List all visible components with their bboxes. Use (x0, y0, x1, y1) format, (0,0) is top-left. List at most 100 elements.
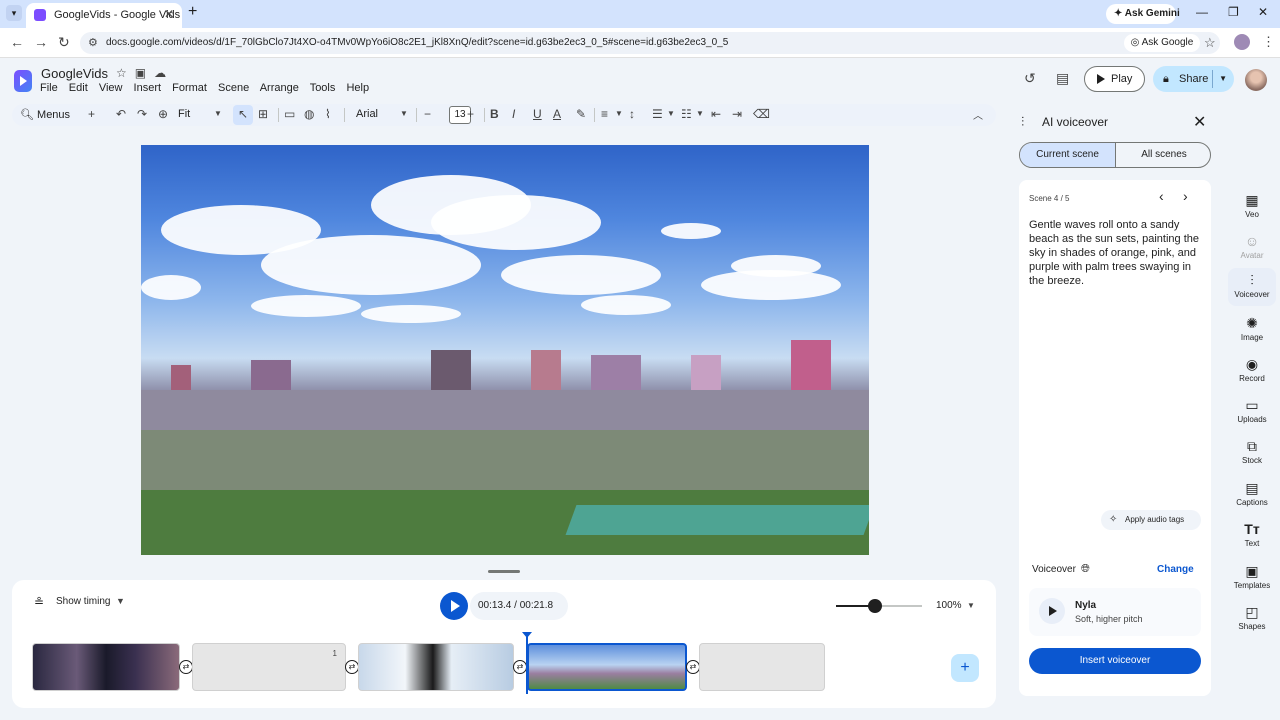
align-icon[interactable]: ≡ (601, 107, 608, 121)
forward-icon[interactable]: → (34, 34, 48, 50)
text-color-icon[interactable]: A (553, 107, 561, 121)
bullet-list-icon[interactable]: ☰ (652, 107, 663, 121)
version-history-icon[interactable]: ↺ (1024, 70, 1036, 87)
rail-uploads[interactable]: ▭ Uploads (1228, 393, 1276, 431)
omnibox[interactable]: ⚙ docs.google.com/videos/d/1F_70lGbClo7J… (80, 32, 1220, 54)
zoom-slider-thumb[interactable] (867, 599, 882, 613)
apply-audio-tags-button[interactable]: ✧ Apply audio tags (1101, 510, 1201, 530)
add-scene-button[interactable]: + (951, 654, 979, 682)
comments-icon[interactable]: ▤ (1056, 70, 1069, 87)
star-icon[interactable]: ☆ (116, 66, 127, 80)
bullet-caret-icon[interactable]: ▼ (667, 109, 675, 118)
change-voice-button[interactable]: Change (1157, 564, 1194, 575)
color-palette-icon[interactable]: ◍ (304, 107, 314, 121)
user-avatar[interactable] (1245, 69, 1267, 91)
site-info-icon[interactable]: ⚙ (88, 36, 98, 49)
ask-google-button[interactable]: ◎ Ask Google (1124, 34, 1200, 52)
close-panel-icon[interactable]: ✕ (1193, 112, 1206, 132)
transition-icon[interactable]: ⇄ (513, 660, 527, 674)
zoom-percent[interactable]: 100% (936, 600, 962, 611)
browser-profile-avatar[interactable] (1234, 34, 1250, 50)
zoom-select[interactable]: Fit (178, 108, 190, 120)
prev-scene-icon[interactable]: ‹ (1159, 188, 1164, 204)
font-caret-icon[interactable]: ▼ (400, 109, 408, 118)
playhead[interactable] (522, 632, 532, 694)
menu-file[interactable]: File (40, 82, 58, 94)
next-scene-icon[interactable]: › (1183, 188, 1188, 204)
timeline-resize-handle[interactable] (488, 570, 520, 573)
menu-format[interactable]: Format (172, 82, 207, 94)
back-icon[interactable]: ← (10, 34, 24, 50)
transition-icon[interactable]: ⇄ (179, 660, 193, 674)
rail-record[interactable]: ◉ Record (1228, 352, 1276, 390)
undo-icon[interactable]: ↶ (116, 107, 126, 121)
vids-logo-icon[interactable] (14, 70, 32, 92)
move-folder-icon[interactable]: ▣ (135, 66, 146, 80)
restore-icon[interactable]: ❐ (1228, 5, 1239, 19)
show-timing-caret-icon[interactable]: ▼ (116, 596, 125, 606)
rail-templates[interactable]: ▣ Templates (1228, 559, 1276, 597)
ask-gemini-button[interactable]: ✦ Ask Gemini (1106, 4, 1180, 24)
tab-current-scene[interactable]: Current scene (1020, 143, 1116, 167)
globe-icon[interactable]: 🌐︎ (1081, 563, 1090, 576)
zoom-percent-caret-icon[interactable]: ▼ (967, 601, 975, 610)
menu-tools[interactable]: Tools (310, 82, 336, 94)
share-button[interactable]: 🔒︎ Share ▼ (1153, 66, 1234, 92)
numbered-list-icon[interactable]: ☷ (681, 107, 692, 121)
highlight-icon[interactable]: ✎ (576, 107, 586, 121)
line-spacing-icon[interactable]: ↕ (629, 107, 635, 121)
paint-format-icon[interactable]: ⌇ (325, 107, 331, 121)
play-button[interactable]: Play (1084, 66, 1145, 92)
decrease-indent-icon[interactable]: ⇤ (711, 107, 721, 121)
url-text[interactable]: docs.google.com/videos/d/1F_70lGbClo7Jt4… (106, 37, 728, 48)
tab-all-scenes[interactable]: All scenes (1116, 143, 1210, 167)
browser-tab[interactable]: GoogleVids - Google Vids ✕ (26, 3, 182, 28)
scene-clip[interactable] (358, 643, 514, 691)
font-family-select[interactable]: Arial (356, 108, 378, 120)
document-title[interactable]: GoogleVids (41, 66, 108, 81)
select-cursor-icon[interactable]: ↖ (238, 107, 248, 121)
add-icon[interactable]: + (88, 107, 95, 121)
voiceover-script-input[interactable]: Gentle waves roll onto a sandy beach as … (1029, 218, 1203, 288)
browser-menu-icon[interactable]: ⋮ (1262, 34, 1275, 50)
rail-text[interactable]: Tт Text (1228, 517, 1276, 555)
increase-font-icon[interactable]: + (467, 107, 474, 121)
new-tab-icon[interactable]: + (188, 3, 197, 21)
timeline-play-button[interactable] (440, 592, 468, 620)
scene-clip[interactable] (32, 643, 180, 691)
window-close-icon[interactable]: ✕ (1258, 5, 1268, 19)
redo-icon[interactable]: ↷ (137, 107, 147, 121)
transition-icon[interactable]: ⇄ (686, 660, 700, 674)
transition-icon[interactable]: ⇄ (345, 660, 359, 674)
rail-veo[interactable]: ▦ Veo (1228, 188, 1276, 226)
menu-view[interactable]: View (99, 82, 123, 94)
scene-clip-selected[interactable] (527, 643, 687, 691)
search-menus[interactable]: 🔍︎ Menus (20, 108, 70, 121)
underline-icon[interactable]: U (533, 107, 542, 121)
numbered-caret-icon[interactable]: ▼ (696, 109, 704, 118)
scene-clip[interactable] (699, 643, 825, 691)
tab-search-icon[interactable]: ▾ (6, 5, 22, 21)
scene-image[interactable] (141, 145, 869, 555)
bold-icon[interactable]: B (490, 107, 499, 121)
menu-edit[interactable]: Edit (69, 82, 88, 94)
menu-help[interactable]: Help (346, 82, 369, 94)
align-caret-icon[interactable]: ▼ (615, 109, 623, 118)
increase-indent-icon[interactable]: ⇥ (732, 107, 742, 121)
zoom-caret-icon[interactable]: ▼ (214, 109, 222, 118)
cloud-status-icon[interactable]: ☁ (154, 66, 166, 80)
insert-voiceover-button[interactable]: Insert voiceover (1029, 648, 1201, 674)
rail-shapes[interactable]: ◰ Shapes (1228, 600, 1276, 638)
tab-close-icon[interactable]: ✕ (164, 7, 174, 21)
image-icon[interactable]: ▭ (284, 107, 295, 121)
decrease-font-icon[interactable]: − (424, 107, 431, 121)
clear-formatting-icon[interactable]: ⌫ (753, 107, 770, 121)
minimize-icon[interactable]: — (1196, 5, 1208, 19)
rail-avatar[interactable]: ☺ Avatar (1228, 229, 1276, 267)
text-box-icon[interactable]: ⊞ (258, 107, 268, 121)
bookmark-star-icon[interactable]: ☆ (1204, 35, 1216, 51)
collapse-toolbar-icon[interactable]: ︿ (973, 107, 983, 122)
rail-captions[interactable]: ▤ Captions (1228, 476, 1276, 514)
rail-stock[interactable]: ⧉ Stock (1228, 434, 1276, 472)
share-dropdown-icon[interactable]: ▼ (1212, 66, 1227, 92)
